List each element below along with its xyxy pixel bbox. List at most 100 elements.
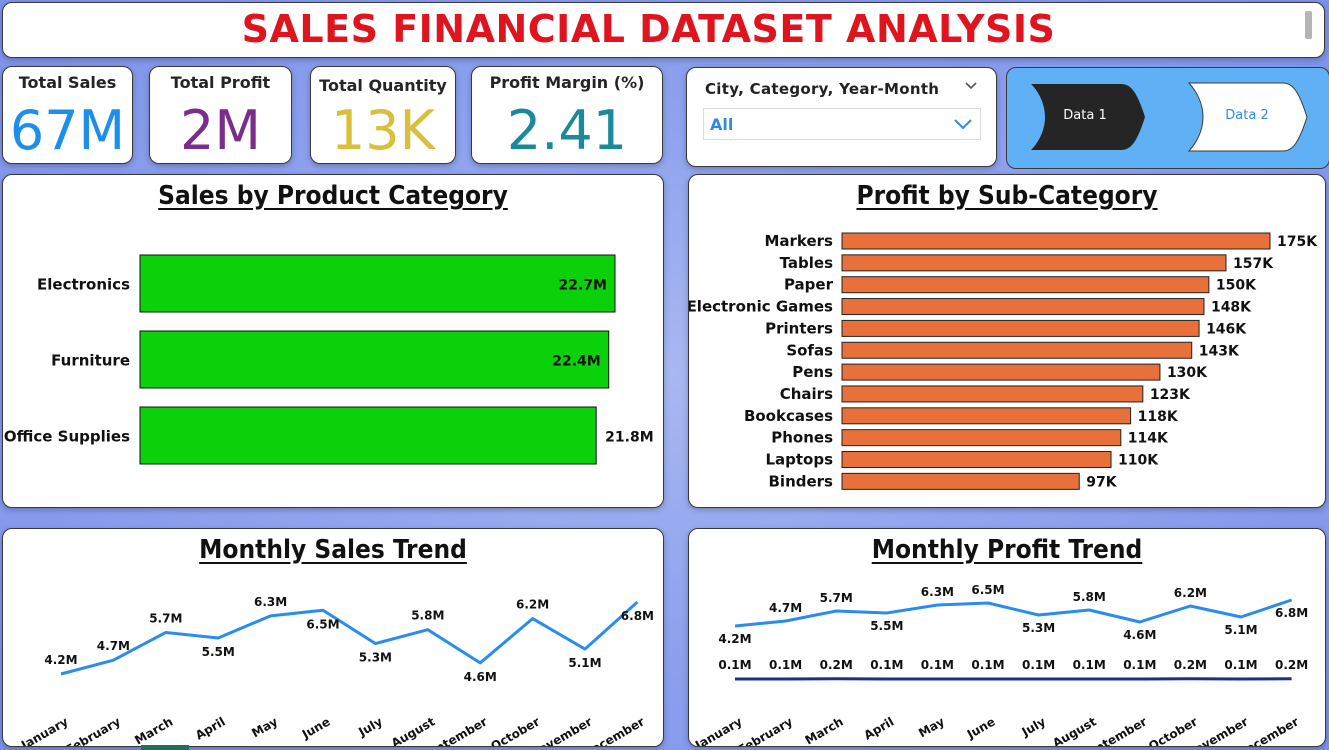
category-label: Printers bbox=[765, 319, 833, 337]
chevron-down-icon[interactable] bbox=[964, 80, 978, 95]
category-label: Phones bbox=[771, 429, 833, 447]
x-tick-label: July bbox=[355, 714, 385, 739]
x-tick-label: February bbox=[63, 714, 123, 746]
page-title: SALES FINANCIAL DATASET ANALYSIS bbox=[241, 7, 1056, 51]
data-label: 0.1M bbox=[971, 658, 1004, 672]
data-label: 118K bbox=[1138, 409, 1179, 425]
data-label: 6.2M bbox=[1174, 586, 1207, 600]
bar bbox=[841, 319, 1200, 337]
data-label: 150K bbox=[1216, 278, 1257, 294]
kpi-label: Total Quantity bbox=[319, 76, 447, 95]
kpi-label: Total Profit bbox=[170, 73, 271, 92]
x-tick-label: June bbox=[299, 714, 333, 741]
data-label: 0.1M bbox=[1123, 658, 1156, 672]
kpi-card-total-quantity: Total Quantity 13K bbox=[310, 66, 456, 164]
data-label: 5.3M bbox=[1022, 621, 1055, 635]
data-label: 4.7M bbox=[97, 639, 130, 653]
series-line bbox=[60, 600, 639, 676]
data-label: 6.3M bbox=[254, 595, 287, 609]
bar bbox=[139, 254, 616, 313]
line-chart-svg: 4.2M January 4.7M February 5.7M March 5.5M Apri… bbox=[18, 595, 654, 746]
x-tick-label: October bbox=[488, 714, 542, 746]
line-chart-svg: 4.2M 4.7M 5.7M 5.5M 6.3M 6.5M 5.3M 5.8M 4.6M 6.2M… bbox=[692, 583, 1308, 746]
data-label: 22.7M bbox=[559, 278, 607, 294]
x-tick-label: June bbox=[964, 714, 998, 741]
data-label: 5.1M bbox=[1224, 623, 1257, 637]
data-label: 5.1M bbox=[568, 656, 601, 670]
data-label: 4.7M bbox=[769, 601, 802, 615]
data-label: 6.8M bbox=[1275, 606, 1308, 620]
data-label: 97K bbox=[1086, 474, 1117, 490]
x-tick-label: January bbox=[18, 714, 71, 746]
kpi-label: Profit Margin (%) bbox=[489, 73, 645, 92]
bar bbox=[841, 385, 1144, 403]
data-label: 0.1M bbox=[870, 658, 903, 672]
bar bbox=[841, 451, 1112, 468]
kpi-label: Total Sales bbox=[18, 73, 117, 92]
category-label: Chairs bbox=[780, 385, 833, 403]
data-label: 0.1M bbox=[1224, 658, 1257, 672]
kpi-value: 67M bbox=[9, 99, 126, 162]
category-label: Electronics bbox=[37, 276, 130, 294]
series-line bbox=[734, 598, 1293, 628]
data-label: 5.5M bbox=[202, 645, 235, 659]
bar bbox=[841, 254, 1227, 272]
category-label: Bookcases bbox=[744, 407, 833, 425]
bar bbox=[139, 406, 597, 465]
data1-button[interactable]: Data 1 bbox=[1025, 82, 1145, 152]
profit-by-subcategory-chart: Profit by Sub-Category Markers 175K Tables… bbox=[688, 174, 1326, 508]
data-label: 175K bbox=[1277, 234, 1318, 250]
data2-label: Data 2 bbox=[1225, 108, 1269, 123]
bar bbox=[139, 330, 610, 389]
data-label: 4.6M bbox=[1123, 628, 1156, 642]
slicer-dropdown[interactable]: All bbox=[703, 108, 981, 140]
data-label: 114K bbox=[1128, 431, 1169, 447]
x-tick-label: December bbox=[581, 714, 647, 746]
data-label: 4.6M bbox=[464, 670, 497, 684]
scrollbar-thumb[interactable] bbox=[1305, 11, 1312, 39]
sales-by-category-chart: Sales by Product Category Electronics 22.… bbox=[2, 174, 664, 508]
kpi-card-total-profit: Total Profit 2M bbox=[149, 66, 292, 164]
data-label: 143K bbox=[1199, 343, 1240, 359]
kpi-value: 2M bbox=[180, 99, 261, 162]
data-label: 0.1M bbox=[1073, 658, 1106, 672]
bar bbox=[841, 341, 1193, 359]
kpi-value: 2.41 bbox=[506, 99, 628, 162]
bar-chart-svg: Markers 175K Tables 157K Paper 150K Electronic… bbox=[689, 232, 1318, 490]
x-tick-label: August bbox=[389, 714, 438, 746]
bar bbox=[841, 276, 1210, 294]
page-navigator: Data 1 Data 2 bbox=[1006, 67, 1329, 169]
x-tick-label: April bbox=[193, 714, 228, 742]
data-label: 6.2M bbox=[516, 598, 549, 612]
kpi-card-profit-margin: Profit Margin (%) 2.41 bbox=[471, 66, 663, 164]
data-label: 0.2M bbox=[1174, 658, 1207, 672]
data2-button[interactable]: Data 2 bbox=[1187, 82, 1308, 152]
data-label: 21.8M bbox=[605, 430, 653, 446]
chevron-down-icon[interactable] bbox=[952, 111, 974, 141]
data-label: 5.7M bbox=[820, 591, 853, 605]
category-label: Furniture bbox=[51, 352, 130, 370]
data-label: 4.2M bbox=[44, 653, 77, 667]
x-tick-label: August bbox=[1050, 714, 1099, 746]
slicer-label: City, Category, Year-Month bbox=[705, 80, 940, 98]
data-label: 157K bbox=[1233, 256, 1274, 272]
data-label: 5.8M bbox=[411, 609, 444, 623]
monthly-profit-trend-chart: Monthly Profit Trend 4.2M 4.7M 5.7M 5.5M 6.3… bbox=[688, 528, 1326, 747]
monthly-sales-trend-chart: Monthly Sales Trend 4.2M January 4.7M Febru… bbox=[2, 528, 664, 747]
x-tick-label: October bbox=[1146, 714, 1200, 746]
category-label: Paper bbox=[784, 276, 834, 294]
x-tick-label: April bbox=[862, 714, 897, 742]
data-label: 0.1M bbox=[921, 658, 954, 672]
x-tick-label: March bbox=[132, 714, 175, 746]
kpi-value: 13K bbox=[330, 99, 436, 162]
data-label: 148K bbox=[1211, 300, 1252, 316]
data-label: 0.1M bbox=[1022, 658, 1055, 672]
filter-slicer: City, Category, Year-Month All bbox=[686, 67, 997, 167]
category-label: Office Supplies bbox=[4, 428, 130, 446]
page-tab-indicator[interactable] bbox=[141, 745, 189, 750]
category-label: Sofas bbox=[786, 341, 833, 359]
x-tick-label: March bbox=[803, 714, 846, 746]
x-tick-label: July bbox=[1019, 714, 1049, 739]
data-label: 130K bbox=[1167, 365, 1208, 381]
bar bbox=[841, 298, 1205, 316]
